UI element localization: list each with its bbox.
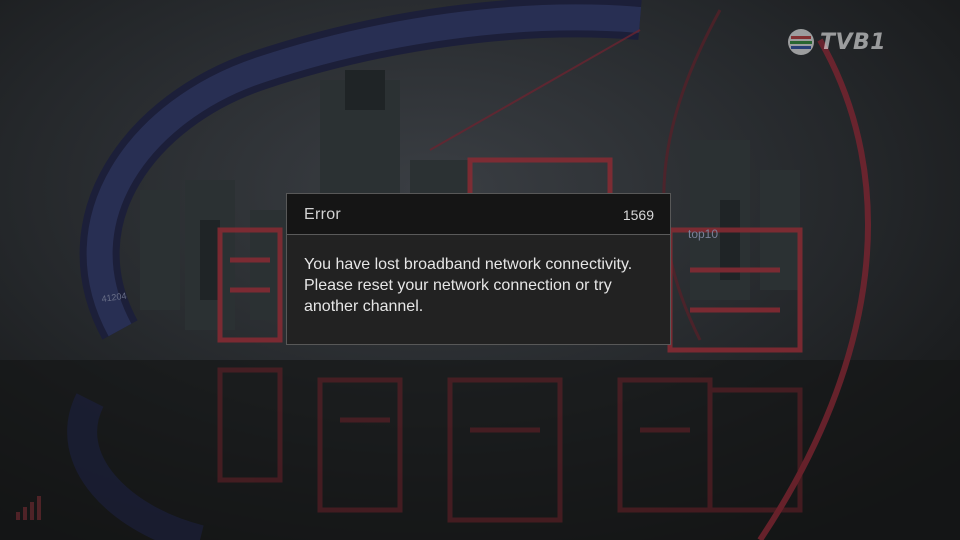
channel-logo-text: TVB1 (820, 29, 887, 55)
error-dialog-header: Error 1569 (287, 194, 670, 235)
tvb-globe-icon (788, 29, 814, 55)
error-message: You have lost broadband network connecti… (287, 235, 670, 317)
error-message-line: another channel. (304, 298, 424, 315)
error-message-line: You have lost broadband network connecti… (304, 256, 633, 273)
signal-bars-icon (16, 496, 41, 520)
error-message-line: Please reset your network connection or … (304, 277, 612, 294)
error-dialog-title: Error (304, 206, 342, 223)
error-code: 1569 (622, 207, 654, 223)
error-dialog: Error 1569 You have lost broadband netwo… (286, 193, 671, 345)
scene-label-top10: top10 (688, 227, 718, 241)
channel-logo: TVB1 (786, 27, 898, 57)
